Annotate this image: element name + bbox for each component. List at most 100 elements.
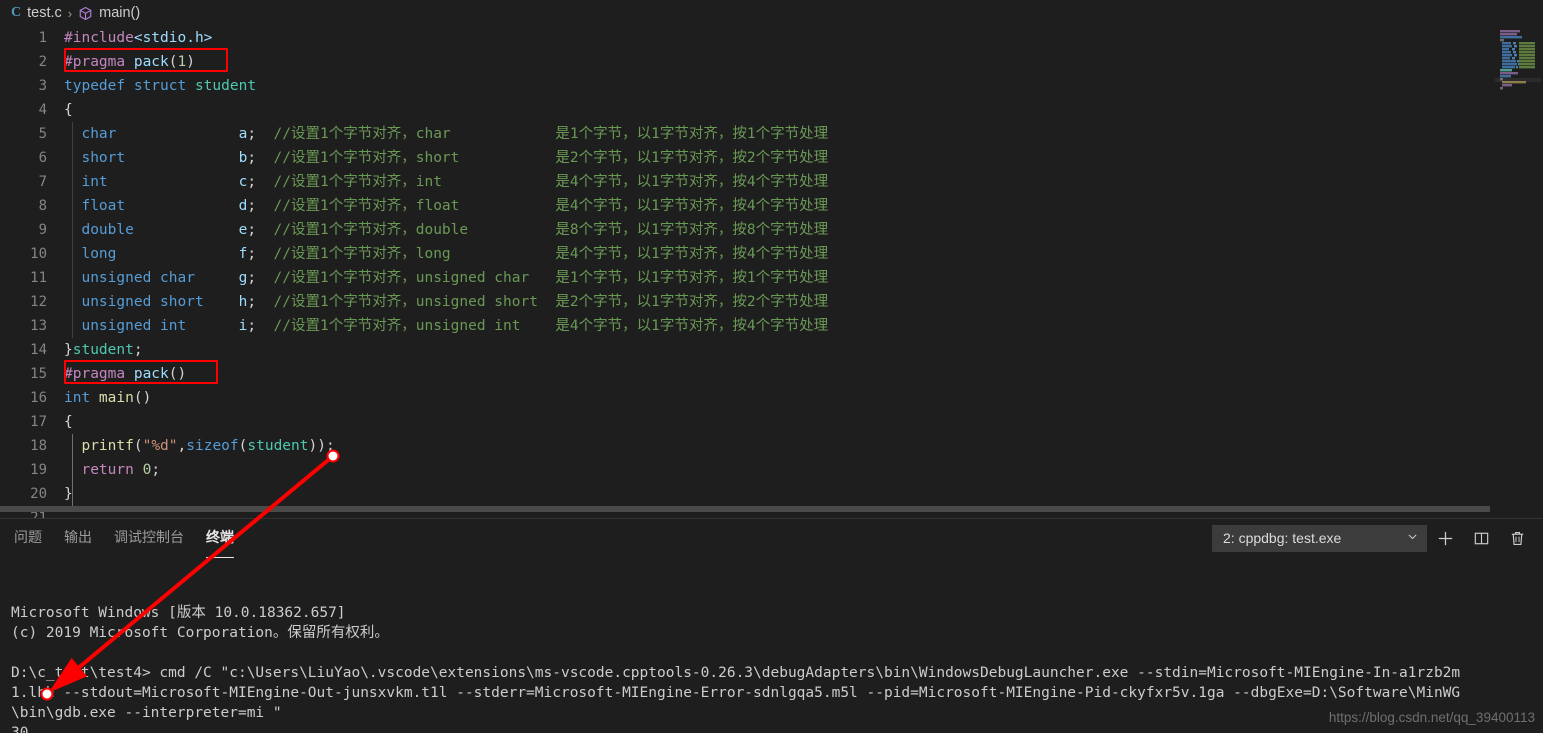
code-line[interactable]: 14}student; bbox=[0, 338, 1543, 362]
code-token: #pragma bbox=[64, 366, 134, 382]
line-number: 17 bbox=[30, 414, 47, 430]
indent-guide bbox=[72, 146, 73, 170]
split-terminal-button[interactable] bbox=[1463, 523, 1499, 553]
line-number: 12 bbox=[30, 294, 47, 310]
code-token: main bbox=[98, 390, 134, 406]
code-token: { bbox=[64, 414, 73, 430]
code-token: } bbox=[64, 342, 73, 358]
code-line[interactable]: 3 typedef struct student bbox=[0, 74, 1543, 98]
panel-header: 问题 输出 调试控制台 终端 2: cppdbg: test.exe bbox=[0, 519, 1543, 558]
code-token: pack bbox=[133, 366, 169, 382]
code-text: double e; //设置1个字节对齐，double 是8个字节，以1字节对齐… bbox=[47, 218, 828, 242]
code-text: #include<stdio.h> bbox=[47, 26, 212, 50]
code-line[interactable]: 15 #pragma pack() bbox=[0, 362, 1543, 386]
code-line[interactable]: 2 #pragma pack(1) bbox=[0, 50, 1543, 74]
code-line[interactable]: 11 unsigned char g; //设置1个字节对齐，unsigned … bbox=[0, 266, 1543, 290]
code-line[interactable]: 20} bbox=[0, 482, 1543, 506]
code-token: student bbox=[194, 78, 257, 94]
line-number: 7 bbox=[38, 174, 47, 190]
cube-symbol-icon bbox=[78, 6, 93, 21]
c-file-icon: C bbox=[11, 5, 22, 20]
code-line[interactable]: 12 unsigned short h; //设置1个字节对齐，unsigned… bbox=[0, 290, 1543, 314]
code-text: { bbox=[47, 98, 73, 122]
code-text: } bbox=[47, 482, 73, 506]
code-text: #pragma pack() bbox=[47, 362, 186, 386]
code-line[interactable]: 1 #include<stdio.h> bbox=[0, 26, 1543, 50]
code-text: return 0; bbox=[47, 458, 160, 482]
code-token: )); bbox=[308, 438, 335, 454]
code-token: int bbox=[64, 174, 108, 190]
panel-actions: 2: cppdbg: test.exe bbox=[1212, 523, 1535, 553]
code-token: ; bbox=[133, 342, 143, 358]
breadcrumb-symbol[interactable]: main() bbox=[99, 5, 140, 21]
code-token: ( bbox=[168, 54, 178, 70]
code-line[interactable]: 13 unsigned int i; //设置1个字节对齐，unsigned i… bbox=[0, 314, 1543, 338]
code-token: ; bbox=[247, 318, 265, 334]
code-token: //设置1个字节对齐，long 是4个字节，以1字节对齐，按4个字节处理 bbox=[264, 246, 829, 262]
code-line[interactable]: 7 int c; //设置1个字节对齐，int 是4个字节，以1字节对齐，按4个… bbox=[0, 170, 1543, 194]
code-token: ; bbox=[247, 222, 265, 238]
breadcrumb: C test.c › main() bbox=[0, 0, 1543, 26]
code-line[interactable]: 4{ bbox=[0, 98, 1543, 122]
panel-tab[interactable]: 调试控制台 bbox=[114, 527, 184, 549]
code-token: //设置1个字节对齐，unsigned int 是4个字节，以1字节对齐，按4个… bbox=[264, 318, 829, 334]
code-text: { bbox=[47, 410, 73, 434]
panel-tab[interactable]: 输出 bbox=[64, 527, 92, 549]
code-line[interactable]: 19 return 0; bbox=[0, 458, 1543, 482]
line-number: 13 bbox=[30, 318, 47, 334]
code-token: //设置1个字节对齐，char 是1个字节，以1字节对齐，按1个字节处理 bbox=[264, 126, 829, 142]
panel-tab[interactable]: 问题 bbox=[14, 527, 42, 549]
code-line[interactable]: 9 double e; //设置1个字节对齐，double 是8个字节，以1字节… bbox=[0, 218, 1543, 242]
code-editor[interactable]: 1 #include<stdio.h> 2 #pragma pack(1) 3 typed… bbox=[0, 26, 1543, 518]
line-number: 20 bbox=[30, 486, 47, 502]
line-number: 2 bbox=[38, 54, 47, 70]
breadcrumb-file[interactable]: test.c bbox=[27, 5, 62, 21]
code-text: long f; //设置1个字节对齐，long 是4个字节，以1字节对齐，按4个… bbox=[47, 242, 828, 266]
code-token: return bbox=[81, 462, 143, 478]
terminal-selector-value: 2: cppdbg: test.exe bbox=[1223, 530, 1342, 546]
line-number: 14 bbox=[30, 342, 47, 358]
code-token: ; bbox=[247, 246, 265, 262]
indent-guide bbox=[72, 170, 73, 194]
code-line[interactable]: 17 { bbox=[0, 410, 1543, 434]
code-line[interactable]: 16 int main() bbox=[0, 386, 1543, 410]
indent-guide bbox=[72, 314, 73, 338]
terminal-line: (c) 2019 Microsoft Corporation。保留所有权利。 bbox=[11, 625, 389, 641]
terminal-line: D:\c_test\test4> cmd /C "c:\Users\LiuYao… bbox=[11, 665, 1461, 681]
code-token: #pragma bbox=[64, 54, 134, 70]
code-token: () bbox=[133, 390, 152, 406]
code-token: double bbox=[64, 222, 134, 238]
code-line[interactable]: 10 long f; //设置1个字节对齐，long 是4个字节，以1字节对齐，… bbox=[0, 242, 1543, 266]
terminal-selector-dropdown[interactable]: 2: cppdbg: test.exe bbox=[1212, 524, 1427, 552]
kill-terminal-button[interactable] bbox=[1499, 523, 1535, 553]
indent-guide bbox=[72, 194, 73, 218]
code-token: //设置1个字节对齐，unsigned char 是1个字节，以1字节对齐，按1… bbox=[264, 270, 829, 286]
panel-tab[interactable]: 终端 bbox=[206, 527, 234, 558]
line-number: 5 bbox=[38, 126, 47, 142]
line-number: 15 bbox=[30, 366, 47, 382]
terminal-line: 30 bbox=[11, 725, 29, 733]
code-token: short bbox=[64, 150, 126, 166]
code-token: student bbox=[72, 342, 134, 358]
code-text: unsigned char g; //设置1个字节对齐，unsigned cha… bbox=[47, 266, 828, 290]
code-token: float bbox=[64, 198, 126, 214]
new-terminal-button[interactable] bbox=[1427, 523, 1463, 553]
code-line[interactable]: 5 char a; //设置1个字节对齐，char 是1个字节，以1字节对齐，按… bbox=[0, 122, 1543, 146]
code-line[interactable]: 8 float d; //设置1个字节对齐，float 是4个字节，以1字节对齐… bbox=[0, 194, 1543, 218]
line-number: 16 bbox=[30, 390, 47, 406]
line-number: 3 bbox=[38, 78, 47, 94]
code-line[interactable]: 6 short b; //设置1个字节对齐，short 是2个字节，以1字节对齐… bbox=[0, 146, 1543, 170]
editor-horizontal-scrollbar[interactable] bbox=[0, 506, 1490, 512]
minimap[interactable] bbox=[1495, 28, 1541, 90]
code-token: //设置1个字节对齐，double 是8个字节，以1字节对齐，按8个字节处理 bbox=[264, 222, 829, 238]
code-line[interactable]: 18 printf("%d",sizeof(student)); bbox=[0, 434, 1543, 458]
code-token: ; bbox=[151, 462, 161, 478]
bottom-panel: 问题 输出 调试控制台 终端 2: cppdbg: test.exe Micro… bbox=[0, 518, 1543, 733]
terminal-output[interactable]: Microsoft Windows [版本 10.0.18362.657] (c)… bbox=[0, 557, 1543, 733]
code-token: ; bbox=[247, 174, 265, 190]
